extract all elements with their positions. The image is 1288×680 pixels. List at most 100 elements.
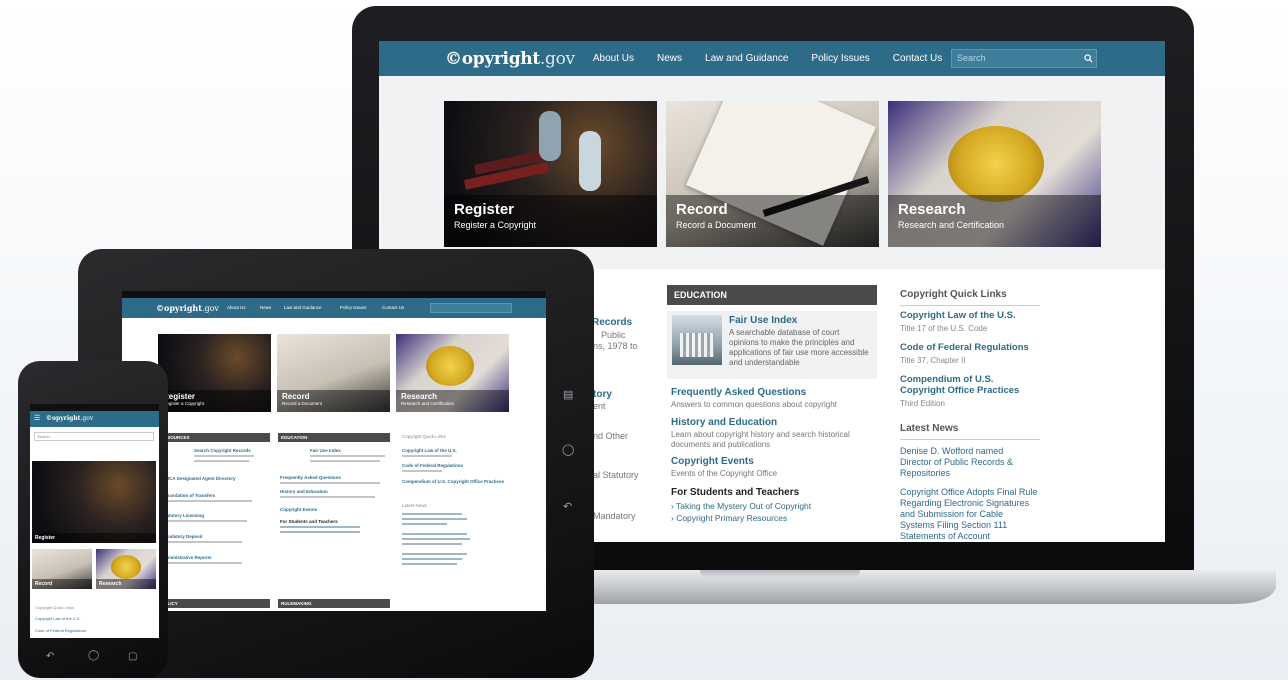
tablet-nav-about[interactable]: About Us: [227, 305, 246, 310]
tablet-quick-item[interactable]: Code of Federal Regulations: [402, 463, 463, 468]
tablet-tile-record[interactable]: Record Record a Document: [277, 334, 390, 412]
tablet-search-input[interactable]: [430, 303, 512, 313]
quick-link-compendium-sub: Third Edition: [900, 399, 945, 408]
tablet-nav-contact[interactable]: Contact Us: [382, 305, 404, 310]
text-line: [402, 523, 447, 525]
news-item[interactable]: Copyright Office Adopts Final Rule Regar…: [900, 487, 1040, 542]
tablet-screen: ©opyright.gov About Us News Law and Guid…: [122, 291, 546, 611]
tablet-resources-item[interactable]: Search Copyright Records: [194, 448, 251, 453]
text-line: [162, 562, 242, 564]
phone-tile-caption: Research: [96, 579, 156, 589]
tablet-tile-title: Record: [282, 392, 310, 401]
quick-link-cfr[interactable]: Code of Federal Regulations: [900, 342, 1050, 353]
faq-link[interactable]: Frequently Asked Questions: [671, 387, 806, 398]
tablet-resources-item[interactable]: Administrative Reports: [162, 555, 212, 560]
quick-link-law[interactable]: Copyright Law of the U.S.: [900, 310, 1040, 321]
phone-tile-register[interactable]: Register: [32, 461, 156, 543]
hero-tile-research[interactable]: Research Research and Certification: [888, 101, 1101, 247]
site-navbar: ©opyright.gov About Us News Law and Guid…: [379, 41, 1165, 76]
tablet-resources-item[interactable]: Statutory Licensing: [162, 513, 204, 518]
search-button[interactable]: [1080, 50, 1096, 67]
phone-status-bar: [30, 404, 159, 411]
phone-tile-caption: Record: [32, 579, 92, 589]
phone-tile-record[interactable]: Record: [32, 549, 92, 589]
phone-search-placeholder: Search: [37, 434, 50, 439]
text-line: [280, 531, 360, 533]
phone-tile-research[interactable]: Research: [96, 549, 156, 589]
phone-home-icon[interactable]: ◯: [88, 650, 99, 661]
tablet-menu-icon[interactable]: ▤: [563, 388, 573, 401]
tablet-education-item[interactable]: History and Education: [280, 489, 328, 494]
hamburger-icon[interactable]: ☰: [34, 414, 40, 422]
primary-resources-link[interactable]: › Copyright Primary Resources: [671, 513, 787, 523]
tablet-back-icon[interactable]: ↶: [563, 500, 572, 513]
text-line: [402, 518, 467, 520]
phone-site-logo[interactable]: ©opyright.gov: [46, 415, 93, 422]
quick-link-law-sub: Title 17 of the U.S. Code: [900, 324, 988, 333]
nav-news[interactable]: News: [657, 53, 682, 64]
events-link[interactable]: Copyright Events: [671, 456, 754, 467]
tablet-site-logo[interactable]: ©opyright.gov: [156, 303, 219, 313]
tablet-quick-item[interactable]: Copyright Law of the U.S.: [402, 448, 457, 453]
tablet-status-bar: [122, 291, 546, 298]
nav-law-and-guidance[interactable]: Law and Guidance: [705, 53, 788, 64]
performer-graphic: [579, 131, 601, 191]
news-item[interactable]: Denise D. Wofford named Director of Publ…: [900, 446, 1030, 479]
tablet-tile-caption: Record Record a Document: [277, 390, 390, 412]
seal-graphic: [948, 126, 1044, 202]
phone-tile-caption: Register: [32, 533, 156, 543]
fair-use-feature[interactable]: Fair Use Index A searchable database of …: [667, 311, 877, 379]
search-input[interactable]: Search: [951, 49, 1097, 68]
logo-main-text: ©opyright: [156, 303, 202, 313]
logo-main-text: ©opyright: [445, 48, 540, 69]
seal-graphic: [426, 346, 474, 386]
tablet-tile-register[interactable]: Register Register a Copyright: [158, 334, 271, 412]
hero-tile-record[interactable]: Record Record a Document: [666, 101, 879, 247]
quick-link-compendium[interactable]: Compendium of U.S. Copyright Office Prac…: [900, 374, 1035, 396]
phone-quick-item[interactable]: Copyright Law of the U.S.: [35, 616, 81, 621]
resources-heading-fragment[interactable]: Records: [592, 317, 632, 328]
tablet-education-header: EDUCATION: [278, 433, 390, 442]
text-line: [162, 541, 242, 543]
tablet-education-item[interactable]: Frequently Asked Questions: [280, 475, 341, 480]
tablet-resources-item[interactable]: Recordation of Transfers: [162, 493, 215, 498]
phone-quick-item[interactable]: Code of Federal Regulations: [35, 628, 86, 633]
nav-policy-issues[interactable]: Policy Issues: [811, 53, 869, 64]
tablet-nav-policy[interactable]: Policy Issues: [340, 305, 366, 310]
tablet-nav-law[interactable]: Law and Guidance: [284, 305, 322, 310]
resources-line-fragment: ns, 1978 to: [593, 341, 638, 351]
magnifier-icon: [1083, 54, 1093, 63]
hero-tile-register[interactable]: Register Register a Copyright: [444, 101, 657, 247]
phone-back-icon[interactable]: ↶: [46, 651, 54, 662]
tablet-nav-news[interactable]: News: [260, 305, 271, 310]
text-line: [402, 533, 467, 535]
nav-contact-us[interactable]: Contact Us: [893, 53, 942, 64]
divider: [900, 439, 1040, 440]
resources-link-fragment[interactable]: tory: [593, 389, 612, 400]
text-line: [402, 563, 457, 565]
mystery-link[interactable]: › Taking the Mystery Out of Copyright: [671, 501, 811, 511]
tablet-quick-item[interactable]: Compendium of U.S. Copyright Office Prac…: [402, 479, 504, 484]
tablet-resources-item[interactable]: DMCA Designated Agent Directory: [162, 476, 236, 481]
phone-menu-icon[interactable]: ▢: [128, 651, 137, 662]
tablet-tile-title: Register: [163, 392, 196, 401]
text-line: [162, 500, 252, 502]
fair-use-title[interactable]: Fair Use Index: [729, 315, 797, 326]
text-line: [402, 455, 452, 457]
nav-about-us[interactable]: About Us: [593, 53, 634, 64]
hero-caption: Research Research and Certification: [888, 195, 1101, 247]
tablet-policy-header: POLICY: [158, 599, 270, 608]
site-logo[interactable]: ©opyright.gov: [445, 49, 575, 69]
tablet-tile-research[interactable]: Research Research and Certification: [396, 334, 509, 412]
text-line: [194, 455, 254, 457]
tablet-education-item[interactable]: Fair Use Index: [310, 448, 341, 453]
tablet-resources-item[interactable]: Mandatory Deposit: [162, 534, 203, 539]
tablet-home-icon[interactable]: ◯: [562, 443, 574, 456]
hero-subtitle: Record a Document: [676, 220, 757, 230]
resources-line-fragment: Public: [601, 330, 626, 340]
text-line: [402, 538, 470, 540]
history-link[interactable]: History and Education: [671, 417, 777, 428]
nav-links: About Us News Law and Guidance Policy Is…: [593, 53, 965, 64]
tablet-education-item[interactable]: Copyright Events: [280, 507, 317, 512]
phone-search-input[interactable]: [34, 432, 154, 441]
